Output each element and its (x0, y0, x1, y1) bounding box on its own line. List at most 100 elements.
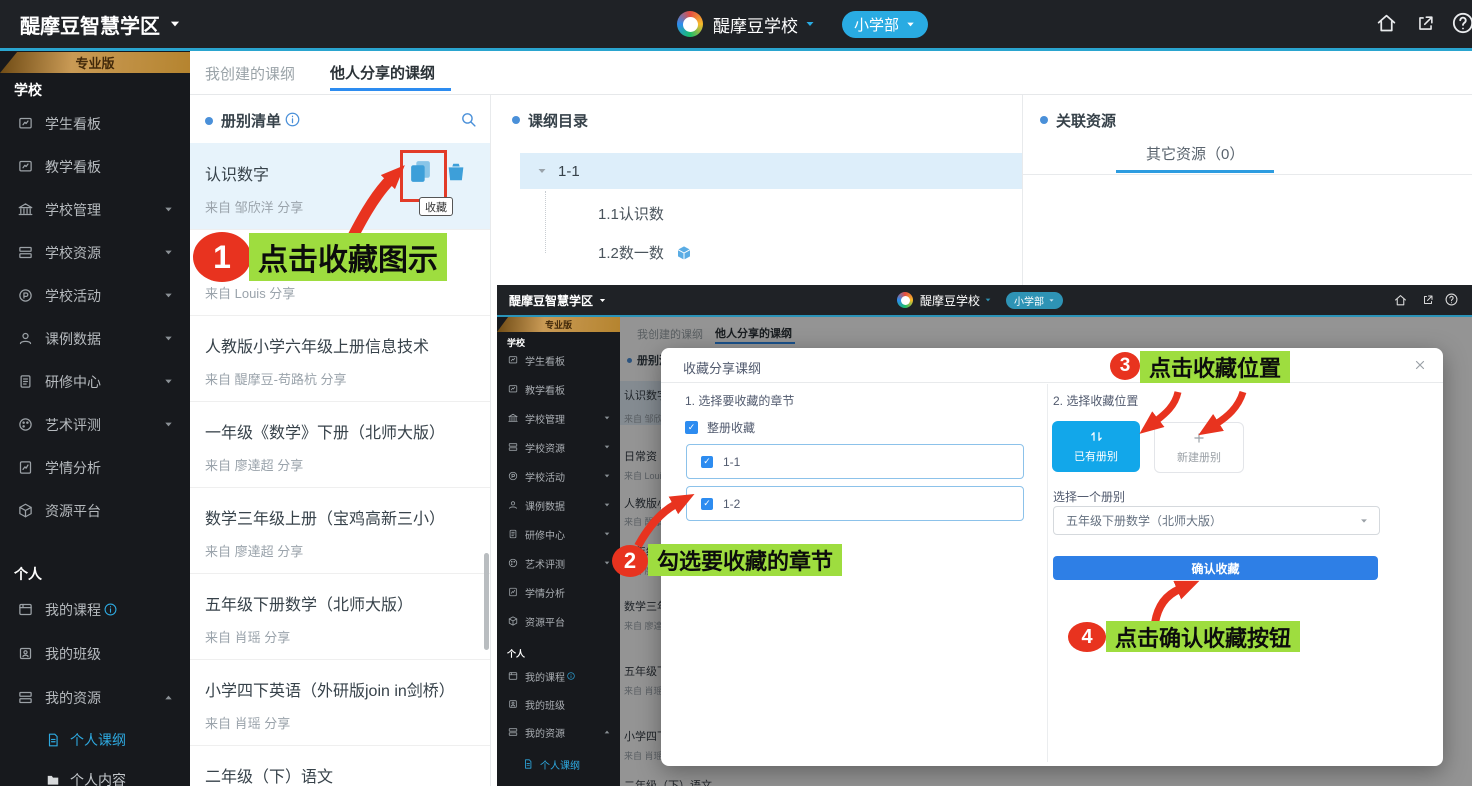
list-divider (190, 401, 490, 402)
mini-edition-badge: 专业版 (497, 317, 620, 332)
chevron-down-icon (163, 419, 174, 430)
checkbox-checked[interactable] (701, 456, 713, 468)
sidebar-item-school-admin[interactable]: 学校管理 (0, 188, 190, 231)
outline-chapter-row[interactable]: 1-1 (520, 153, 1022, 189)
chart-icon (18, 460, 33, 475)
sidebar-item-school-activities[interactable]: 学校活动 (0, 274, 190, 317)
person-icon (508, 500, 518, 510)
sidebar-item-lesson-data[interactable]: 课例数据 (0, 317, 190, 360)
book-select-dropdown[interactable]: 五年级下册数学（北师大版） (1053, 506, 1380, 535)
search-icon[interactable] (460, 111, 477, 128)
home-icon[interactable] (1376, 13, 1397, 34)
outline-section-row[interactable]: 1.2数一数 (598, 242, 692, 263)
chapter-row-1-1[interactable]: 1-1 (686, 444, 1024, 479)
help-icon[interactable] (1452, 12, 1472, 34)
chevron-down-icon (984, 296, 992, 304)
outline-section-row[interactable]: 1.1认识数 (598, 203, 664, 224)
annotation-step-1-badge: 1 (193, 232, 251, 282)
sidebar-item-learning-analysis[interactable]: 学情分析 (0, 446, 190, 489)
modal-header-border (661, 382, 1443, 383)
activity-icon (508, 471, 518, 481)
checkbox-checked[interactable] (685, 421, 698, 434)
tutorial-screenshot: 醍摩豆智慧学区 醍摩豆学校 小学部 专业版 学校 学生看板 教学看板 学校管理 … (497, 285, 1472, 786)
sidebar-item-my-courses[interactable]: 我的课程 (0, 588, 190, 631)
sidebar-item-personal-content[interactable]: 个人内容 (0, 760, 190, 786)
resources-tab-underline (1116, 170, 1274, 173)
sidebar-item-training-center[interactable]: 研修中心 (0, 360, 190, 403)
list-divider (190, 573, 490, 574)
division-selector[interactable]: 小学部 (842, 11, 928, 38)
sidebar-item-student-board[interactable]: 学生看板 (0, 102, 190, 145)
book-item[interactable]: 小学四下英语（外研版join in剑桥） 来自 肖瑶 分享 (190, 659, 490, 745)
chevron-down-icon (804, 18, 816, 30)
book-title: 认识数字 (205, 161, 269, 185)
book-item[interactable]: 人教版小学六年级上册信息技术 来自 醍摩豆-苟路杭 分享 (190, 315, 490, 401)
mini-sidebar-item: 我的资源 (497, 718, 620, 746)
mini-school-name: 醍摩豆学校 (920, 292, 980, 309)
book-item[interactable]: 一年级《数学》下册（北师大版） 来自 廖達超 分享 (190, 401, 490, 487)
district-switcher[interactable]: 醍摩豆智慧学区 (20, 10, 182, 39)
annotation-step-2-label: 勾选要收藏的章节 (648, 544, 842, 576)
chevron-down-icon (1359, 516, 1369, 526)
mini-sidebar-item: 学校管理 (497, 404, 620, 432)
panel-dot (512, 116, 520, 124)
select-all-checkbox-row[interactable]: 整册收藏 (685, 419, 755, 436)
tab-shared-outlines[interactable]: 他人分享的课纲 (330, 62, 435, 83)
book-from: 来自 醍摩豆-苟路杭 分享 (205, 369, 347, 388)
mini-sidebar-item: 学生看板 (497, 346, 620, 374)
delete-icon[interactable] (445, 161, 467, 183)
stack-icon (18, 245, 33, 260)
file-icon (46, 733, 60, 747)
palette-icon (18, 417, 33, 432)
tab-other-resources[interactable]: 其它资源（0） (1146, 143, 1244, 164)
tab-my-created-outlines[interactable]: 我创建的课纲 (205, 63, 295, 84)
chapter-row-1-2[interactable]: 1-2 (686, 486, 1024, 521)
sidebar-item-personal-outline[interactable]: 个人课纲 (0, 720, 190, 760)
doc-icon (508, 529, 518, 539)
board-icon (508, 384, 518, 394)
sidebar-item-art-assessment[interactable]: 艺术评测 (0, 403, 190, 446)
panel-divider (490, 95, 491, 786)
existing-book-card[interactable]: 已有册别 (1052, 421, 1140, 472)
list-divider (190, 659, 490, 660)
mini-sidebar: 专业版 学校 学生看板 教学看板 学校管理 学校资源 学校活动 课例数据 研修中… (497, 317, 620, 786)
chevron-down-icon (603, 443, 611, 451)
chevron-down-icon (603, 414, 611, 422)
mini-sidebar-item: 我的班级 (497, 690, 620, 718)
info-icon[interactable] (285, 112, 300, 127)
book-item[interactable]: 五年级下册数学（北师大版） 来自 肖瑶 分享 (190, 573, 490, 659)
open-external-icon (1422, 294, 1434, 306)
sidebar-item-teaching-board[interactable]: 教学看板 (0, 145, 190, 188)
annotation-step-1-label: 点击收藏图示 (249, 233, 447, 281)
class-icon (508, 699, 518, 709)
open-external-icon[interactable] (1416, 14, 1435, 33)
tabs-bottom-border (190, 94, 1472, 95)
close-icon[interactable] (1413, 358, 1427, 372)
book-from: 来自 肖瑶 分享 (205, 713, 290, 732)
book-item[interactable]: 数学三年级上册（宝鸡高新三小） 来自 廖達超 分享 (190, 487, 490, 573)
stack-icon (508, 442, 518, 452)
mini-sidebar-item: 教学看板 (497, 375, 620, 403)
book-title: 人教版小学六年级上册信息技术 (205, 333, 429, 357)
favorite-tooltip: 收藏 (419, 197, 453, 216)
school-switcher[interactable]: 醍摩豆学校 (677, 11, 816, 37)
book-from: 来自 廖達超 分享 (205, 541, 303, 560)
confirm-collect-button[interactable]: 确认收藏 (1053, 556, 1378, 580)
checkbox-checked[interactable] (701, 498, 713, 510)
list-divider (190, 745, 490, 746)
mini-section-label-personal: 个人 (507, 647, 525, 660)
panel-dot (205, 117, 213, 125)
sidebar-item-my-resources[interactable]: 我的资源 (0, 676, 190, 719)
chapter-label: 1-1 (723, 455, 740, 469)
chapter-label: 1-1 (558, 163, 580, 180)
book-item[interactable]: 二年级（下）语文 (190, 745, 490, 786)
new-book-card[interactable]: 新建册别 (1154, 422, 1244, 473)
sidebar-item-school-resources[interactable]: 学校资源 (0, 231, 190, 274)
annotation-step-4-badge: 4 (1068, 622, 1106, 652)
modal-step1-label: 1. 选择要收藏的章节 (685, 392, 794, 409)
chevron-down-icon (163, 247, 174, 258)
scrollbar-thumb[interactable] (484, 553, 489, 650)
sidebar-item-my-classes[interactable]: 我的班级 (0, 632, 190, 675)
plus-icon (1192, 431, 1206, 445)
sidebar-item-resource-platform[interactable]: 资源平台 (0, 489, 190, 532)
